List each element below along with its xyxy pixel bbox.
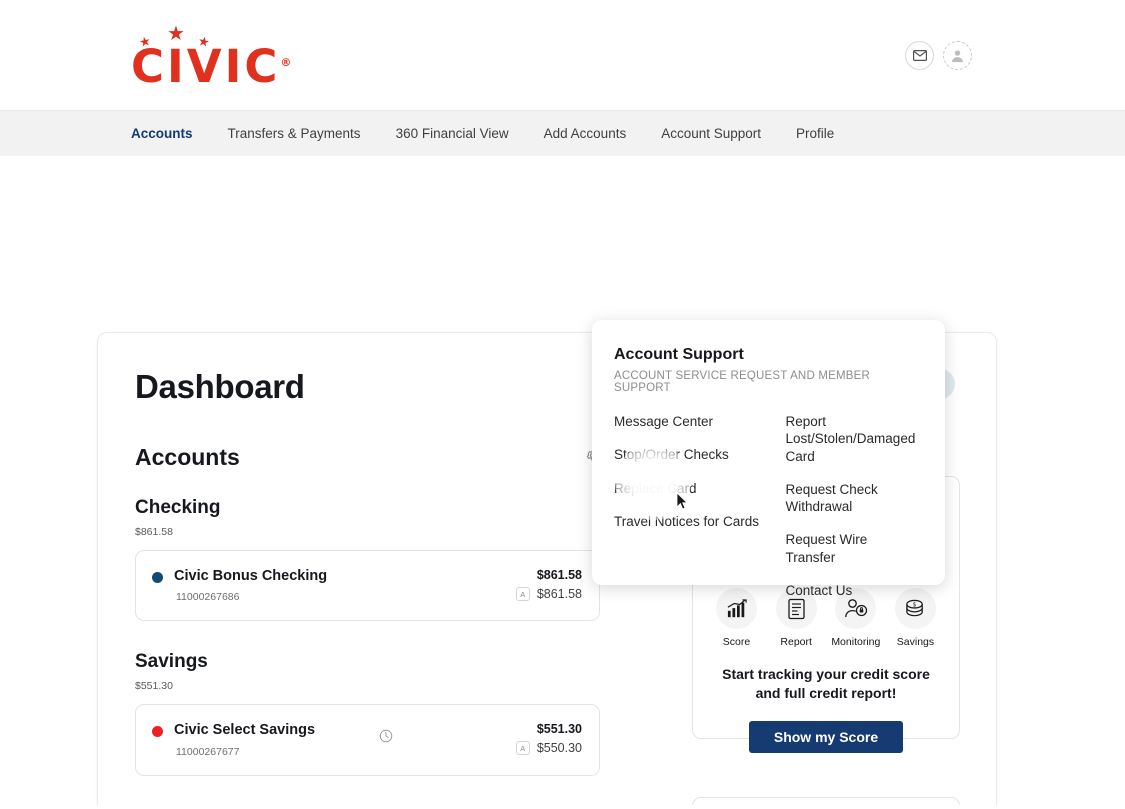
accounts-section: Accounts Checking $861.58 Civic Bonus Ch… [135,444,600,809]
dropdown-columns: Message Center Stop/Order Checks Replace… [614,413,915,615]
civic-logo[interactable]: ★ ★ ★ CIVIC® [131,22,281,84]
credit-feature-label: Score [712,636,761,648]
account-group-checking: Checking $861.58 Civic Bonus Checking 11… [135,497,600,621]
account-current-balance: $551.30 [482,722,582,736]
available-balance-badge: A [516,741,530,755]
group-title-checking: Checking [135,497,600,519]
avatar-icon[interactable] [943,41,972,70]
dropdown-link-replace-card[interactable]: Replace Card [614,480,765,497]
show-my-score-button[interactable]: Show my Score [749,721,903,753]
account-row-checking[interactable]: Civic Bonus Checking 11000267686 $861.58… [135,550,600,621]
group-title-savings: Savings [135,651,600,673]
page-title: Dashboard [135,368,305,406]
dropdown-link-request-check-withdrawal[interactable]: Request Check Withdrawal [786,481,916,516]
group-total-savings: $551.30 [135,680,600,692]
dropdown-column-right: Report Lost/Stolen/Damaged Card Request … [765,413,916,615]
credit-feature-label: Savings [891,636,940,648]
group-total-checking: $861.58 [135,526,600,538]
credit-feature-label: Monitoring [831,636,880,648]
account-balances: $551.30 A $550.30 [482,722,582,755]
account-group-savings: Savings $551.30 Civic Select Savings 110… [135,651,600,775]
dropdown-column-left: Message Center Stop/Order Checks Replace… [614,413,765,615]
account-current-balance: $861.58 [482,568,582,582]
account-available-balance: $550.30 [537,741,582,755]
mouse-cursor [676,492,689,516]
account-color-dot [152,572,163,583]
dropdown-link-message-center[interactable]: Message Center [614,413,765,430]
nav-item-360-financial-view[interactable]: 360 Financial View [396,126,509,141]
account-name: Civic Bonus Checking [174,568,482,585]
account-available-balance: $861.58 [537,587,582,601]
credit-feature-label: Report [772,636,821,648]
account-number: 11000267686 [176,591,482,603]
nav-item-account-support[interactable]: Account Support [661,126,761,141]
dropdown-link-report-lost-card[interactable]: Report Lost/Stolen/Damaged Card [786,413,916,465]
logo-wordmark: CIVIC® [131,44,291,89]
page-root: ★ ★ ★ CIVIC® Accounts Transfers & Paymen [0,0,1125,809]
account-number: 11000267677 [176,746,482,758]
account-name: Civic Select Savings [174,722,482,739]
clock-icon [379,729,393,748]
account-details: Civic Select Savings 11000267677 [174,722,482,757]
nav-item-add-accounts[interactable]: Add Accounts [544,126,627,141]
credit-tagline: Start tracking your credit score and ful… [709,665,943,703]
dropdown-subtitle: ACCOUNT SERVICE REQUEST AND MEMBER SUPPO… [614,370,915,394]
accounts-heading: Accounts [135,444,240,471]
account-row-savings[interactable]: Civic Select Savings 11000267677 $551.30… [135,704,600,775]
account-color-dot [152,726,163,737]
nav-item-profile[interactable]: Profile [796,126,834,141]
nav-item-transfers-payments[interactable]: Transfers & Payments [228,126,361,141]
available-balance-badge: A [516,587,530,601]
dropdown-title: Account Support [614,346,915,364]
page-footer-strip [0,805,1125,809]
account-details: Civic Bonus Checking 11000267686 [174,568,482,603]
dropdown-link-request-wire-transfer[interactable]: Request Wire Transfer [786,531,916,566]
mail-icon[interactable] [905,41,934,70]
dropdown-link-travel-notices[interactable]: Travel Notices for Cards [614,513,765,530]
site-header: ★ ★ ★ CIVIC® [0,0,1125,110]
account-support-dropdown: Account Support ACCOUNT SERVICE REQUEST … [592,320,945,585]
accounts-header: Accounts [135,444,600,471]
nav-item-accounts[interactable]: Accounts [131,126,193,141]
dropdown-link-contact-us[interactable]: Contact Us [786,582,916,599]
header-actions [905,41,972,70]
dropdown-link-stop-order-checks[interactable]: Stop/Order Checks [614,446,765,463]
account-balances: $861.58 A $861.58 [482,568,582,601]
main-navigation: Accounts Transfers & Payments 360 Financ… [0,110,1125,156]
